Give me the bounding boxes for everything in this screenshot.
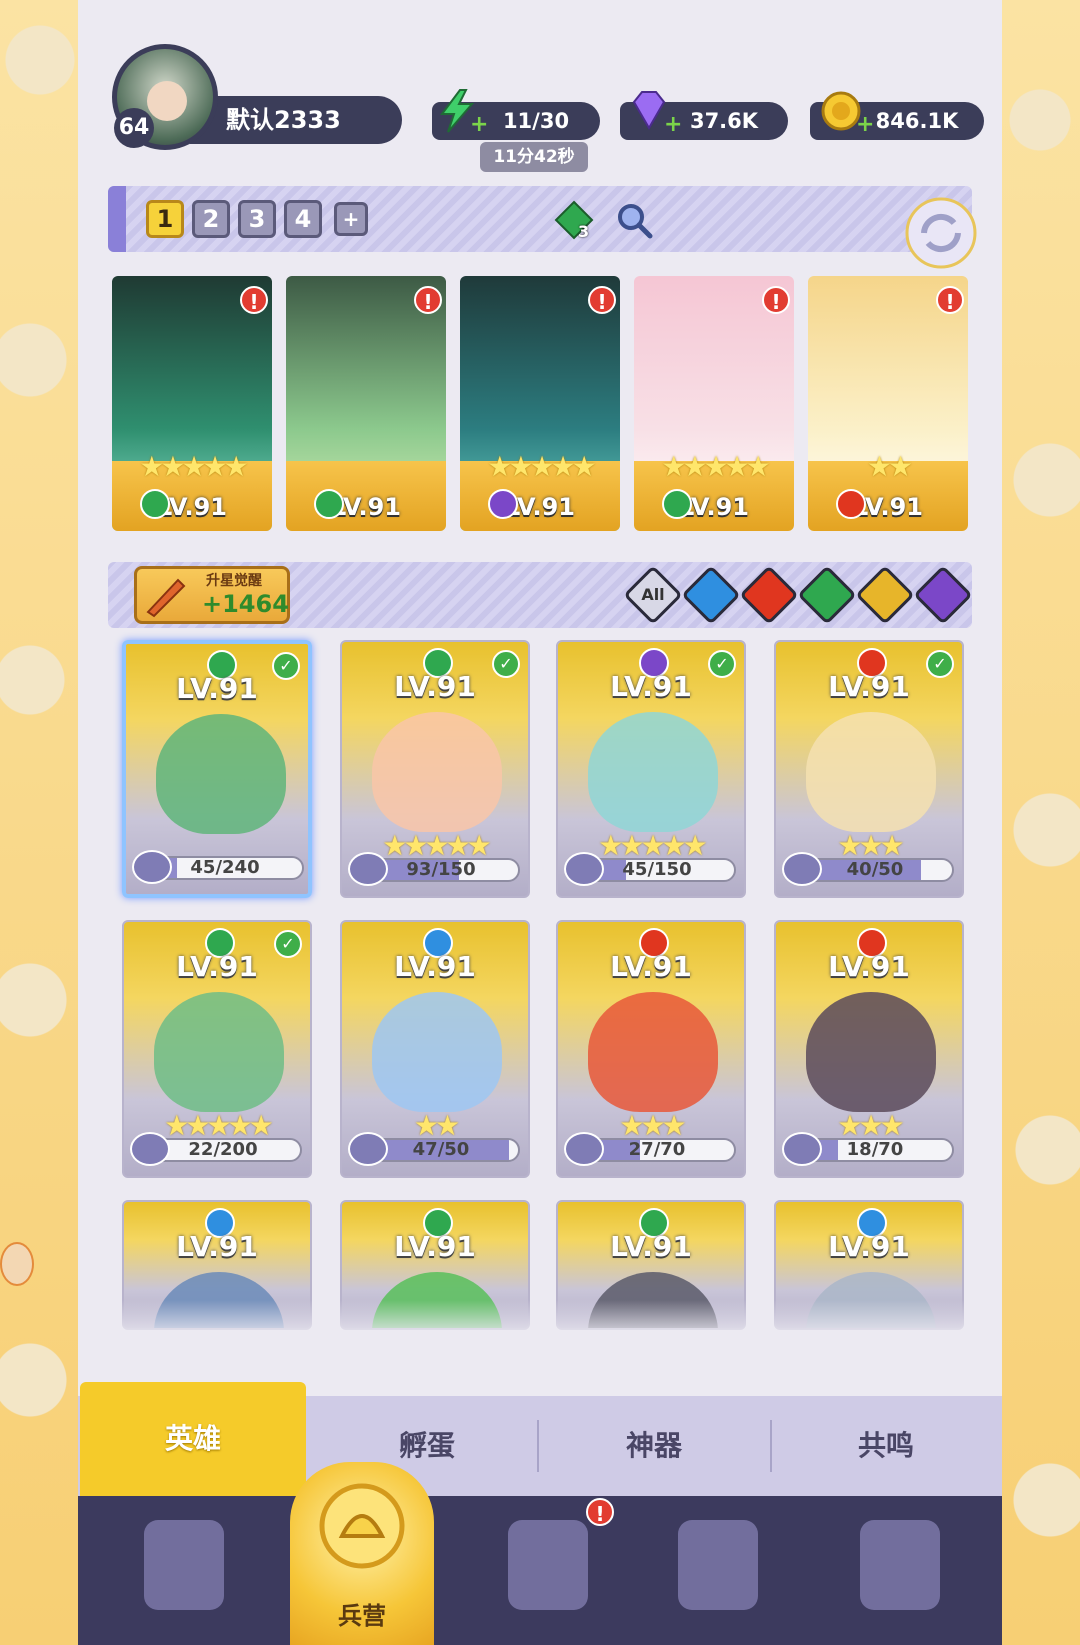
tab-artifacts[interactable]: 神器 [540,1396,768,1496]
hero-level: LV.91 [679,493,749,521]
nav-temple[interactable] [658,1510,778,1630]
team-card-alert: ! [588,286,616,314]
team-tab-1[interactable]: 1 [146,200,184,238]
hero-stars: ★★ [866,450,913,483]
team-card-alert: ! [762,286,790,314]
shard-icon [348,1132,388,1166]
player-name[interactable]: 默认2333 [190,96,402,144]
team-card-alert: ! [240,286,268,314]
hero-level: LV.91 [610,1230,692,1263]
hero-level: LV.91 [157,493,227,521]
hero-card[interactable]: LV.91 ✓ 45/240 [122,640,312,898]
hero-portrait [588,712,718,832]
sword-icon [146,578,186,618]
shard-icon [564,1132,604,1166]
map-icon [508,1520,588,1610]
element-dark-icon [488,489,518,519]
hero-portrait [372,712,502,832]
cards-icon [144,1520,224,1610]
grid-fade [110,1300,970,1340]
team-tab-3[interactable]: 3 [238,200,276,238]
hero-card[interactable]: LV.91 ✓ ★★★ 40/50 [774,640,964,898]
check-icon: ✓ [492,650,520,678]
hero-level: LV.91 [828,1230,910,1263]
upgrade-awaken-value: +1464 [202,590,289,618]
nav-map[interactable] [488,1510,608,1630]
shard-icon [782,852,822,886]
hero-level: LV.91 [828,950,910,983]
avatar-face [147,81,187,121]
hero-stars: ★★★★★ [487,450,597,483]
upgrade-awaken-label: 升星觉醒 [206,573,262,589]
hero-portrait [806,992,936,1112]
nav-mushroom[interactable] [840,1510,960,1630]
check-icon: ✓ [708,650,736,678]
check-icon: ✓ [274,930,302,958]
gold-plus-icon[interactable]: + [856,114,874,136]
hero-stars: ★★★★★ [661,450,771,483]
shard-icon [132,850,172,884]
team-tab-add[interactable]: + [334,202,368,236]
team-tab-4[interactable]: 4 [284,200,322,238]
element-nature-icon [140,489,170,519]
mushroom-icon [860,1520,940,1610]
nav-barracks-label: 兵营 [338,1602,386,1630]
tab-divider [537,1420,539,1472]
team-hero-card[interactable]: ★★ LV.91 [808,276,968,531]
hero-portrait [154,992,284,1112]
shard-icon [782,1132,822,1166]
hero-level: LV.91 [394,1230,476,1263]
team-hero-card[interactable]: ★★★★★ LV.91 [460,276,620,531]
hero-card[interactable]: LV.91 ★★★ 18/70 [774,920,964,1178]
side-avatar-icon[interactable] [0,1242,34,1286]
hero-card[interactable]: LV.91 ✓ ★★★★★ 22/200 [122,920,312,1178]
team-bar-stripe [108,186,126,252]
search-icon[interactable] [614,200,654,240]
hero-card[interactable]: LV.91 ★★ 47/50 [340,920,530,1178]
check-icon: ✓ [926,650,954,678]
gem-plus-icon[interactable]: + [664,114,682,136]
hero-level: LV.91 [505,493,575,521]
team-hero-card[interactable]: ★★★★★ LV.91 [112,276,272,531]
check-icon: ✓ [272,652,300,680]
hero-card[interactable]: LV.91 ★★★ 27/70 [556,920,746,1178]
team-hero-card[interactable]: ★★★★★ LV.91 [634,276,794,531]
team-card-alert: ! [936,286,964,314]
hero-level: LV.91 [331,493,401,521]
team-hero-card[interactable]: LV.91 [286,276,446,531]
team-card-alert: ! [414,286,442,314]
hero-stars: ★★★★★ [139,450,249,483]
element-bonus-count: 3 [578,222,590,241]
hero-card[interactable]: LV.91 ✓ ★★★★★ 45/150 [556,640,746,898]
element-fire-icon [836,489,866,519]
hero-portrait [806,712,936,832]
element-nature-icon [314,489,344,519]
filter-all-label: All [641,585,665,604]
player-level-badge: 64 [114,108,154,148]
hero-portrait [156,714,286,834]
hero-portrait [372,992,502,1112]
shard-icon [130,1132,170,1166]
shard-icon [564,852,604,886]
tab-heroes[interactable]: 英雄 [80,1382,306,1496]
refresh-icon[interactable] [904,196,978,270]
energy-plus-icon[interactable]: + [470,114,488,136]
hero-level: LV.91 [610,950,692,983]
hero-card[interactable]: LV.91 ✓ ★★★★★ 93/150 [340,640,530,898]
hero-level: LV.91 [394,950,476,983]
energy-timer: 11分42秒 [480,142,588,172]
element-nature-icon [662,489,692,519]
barracks-icon [319,1483,405,1569]
shard-icon [348,852,388,886]
nav-cards[interactable] [124,1510,244,1630]
hero-level: LV.91 [176,1230,258,1263]
team-tab-2[interactable]: 2 [192,200,230,238]
tab-resonance[interactable]: 共鸣 [772,1396,1000,1496]
hero-portrait [588,992,718,1112]
hero-level: LV.91 [853,493,923,521]
temple-icon [678,1520,758,1610]
nav-map-alert: ! [586,1498,614,1526]
